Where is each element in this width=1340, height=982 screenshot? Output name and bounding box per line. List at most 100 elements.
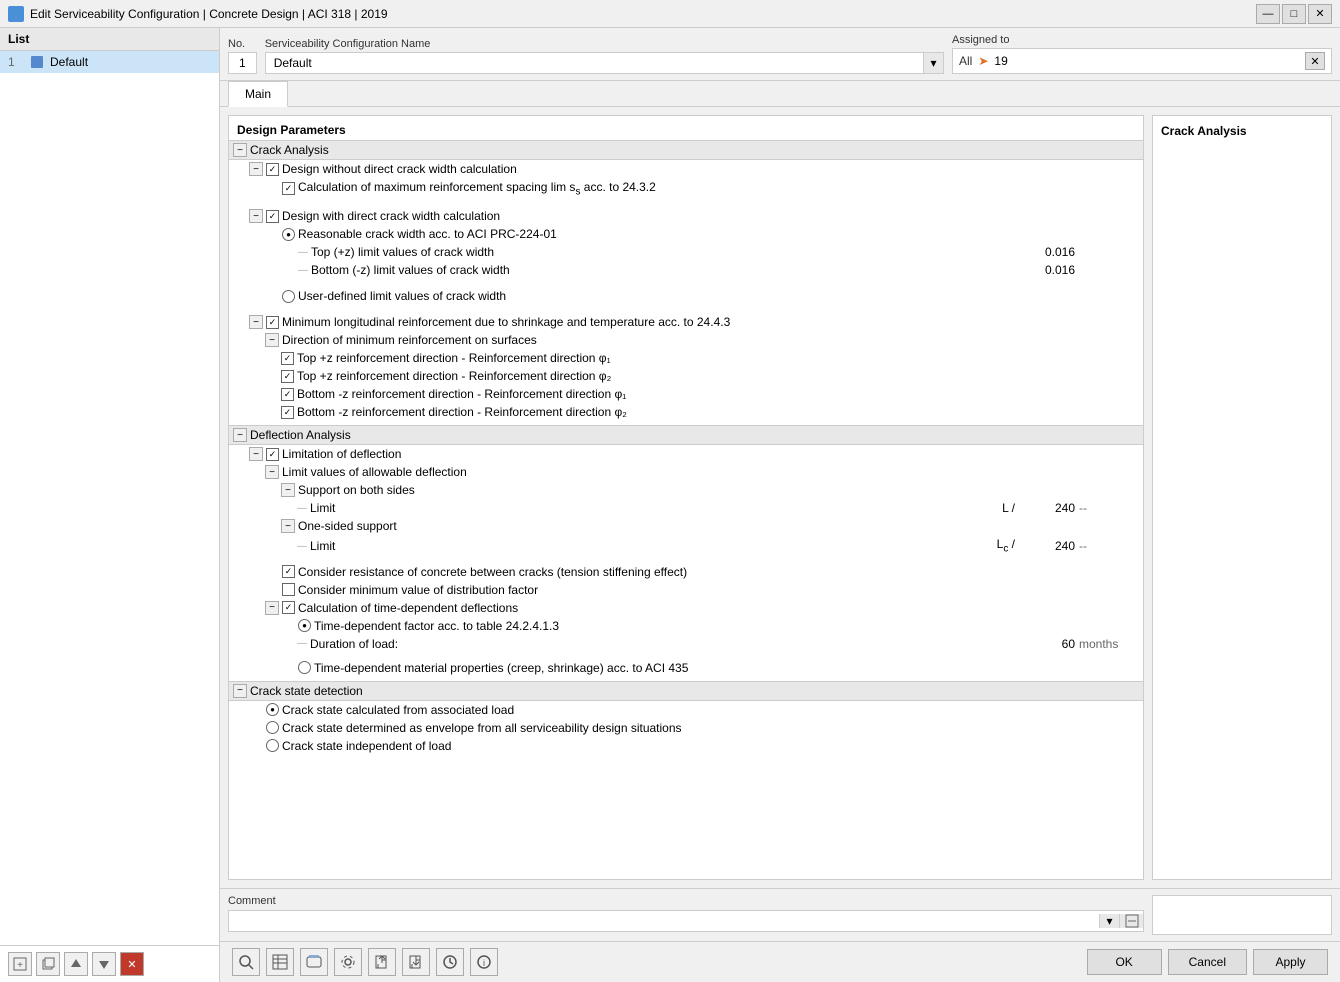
title-bar: Edit Serviceability Configuration | Conc…	[0, 0, 1340, 28]
radio-user-defined[interactable]	[282, 290, 295, 303]
maximize-button[interactable]: □	[1282, 4, 1306, 24]
cb-calc-max-spacing[interactable]	[282, 182, 295, 195]
copy-list-button[interactable]	[36, 952, 60, 976]
deflection-analysis-expander[interactable]: −	[233, 428, 247, 442]
label-consider-min: Consider minimum value of distribution f…	[298, 583, 1139, 597]
expander-min-long[interactable]: −	[249, 315, 263, 329]
row-time-dependent: − Calculation of time-dependent deflecti…	[229, 599, 1143, 617]
toolbar-info-icon[interactable]: i	[470, 948, 498, 976]
comment-dropdown[interactable]: ▾	[1099, 914, 1119, 928]
config-no-value: 1	[228, 52, 257, 74]
cb-bottom-phi1[interactable]	[281, 388, 294, 401]
expander-limit-values[interactable]: −	[265, 465, 279, 479]
row-consider-resistance: Consider resistance of concrete between …	[229, 563, 1143, 581]
radio-reasonable-crack[interactable]	[282, 228, 295, 241]
row-calc-max-spacing: Calculation of maximum reinforcement spa…	[229, 178, 1143, 199]
cb-limitation[interactable]	[266, 448, 279, 461]
dot-bottom-limit: —	[298, 265, 308, 276]
cb-consider-resistance[interactable]	[282, 565, 295, 578]
cb-consider-min[interactable]	[282, 583, 295, 596]
label-crack-envelope: Crack state determined as envelope from …	[282, 721, 1139, 735]
expander-one-sided[interactable]: −	[281, 519, 295, 533]
move-up-button[interactable]	[64, 952, 88, 976]
radio-time-factor[interactable]	[298, 619, 311, 632]
value-support-both: 240	[1019, 501, 1079, 515]
apply-button[interactable]: Apply	[1253, 949, 1328, 975]
label-one-sided: One-sided support	[298, 519, 1139, 533]
expander-support-both[interactable]: −	[281, 483, 295, 497]
comment-input[interactable]	[229, 911, 1099, 931]
row-bottom-phi1: Bottom -z reinforcement direction - Rein…	[229, 385, 1143, 403]
expander-time-dep[interactable]: −	[265, 601, 279, 615]
toolbar-zoom-icon[interactable]	[232, 948, 260, 976]
bottom-toolbar-right: OK Cancel Apply	[1087, 949, 1328, 975]
label-limit-support-both: Limit	[310, 501, 939, 515]
default-item-icon	[30, 55, 44, 69]
row-design-without: − Design without direct crack width calc…	[229, 160, 1143, 178]
config-name-label: Serviceability Configuration Name	[265, 38, 944, 50]
cb-design-without[interactable]	[266, 163, 279, 176]
toolbar-history-icon[interactable]	[436, 948, 464, 976]
row-limit-support-both: — Limit L / 240 --	[229, 499, 1143, 517]
radio-time-material[interactable]	[298, 661, 311, 674]
row-user-defined: User-defined limit values of crack width	[229, 287, 1143, 305]
label-design-with: Design with direct crack width calculati…	[282, 209, 1139, 223]
radio-crack-associated[interactable]	[266, 703, 279, 716]
row-bottom-limit: — Bottom (-z) limit values of crack widt…	[229, 261, 1143, 279]
cancel-button[interactable]: Cancel	[1168, 949, 1247, 975]
expander-design-without[interactable]: −	[249, 162, 263, 176]
minimize-button[interactable]: —	[1256, 4, 1280, 24]
cb-min-long[interactable]	[266, 316, 279, 329]
comment-label: Comment	[228, 895, 1144, 907]
config-name-combo[interactable]: Default ▾	[265, 52, 944, 74]
row-bottom-phi2: Bottom -z reinforcement direction - Rein…	[229, 403, 1143, 421]
row-support-both: − Support on both sides	[229, 481, 1143, 499]
expander-direction-min[interactable]: −	[265, 333, 279, 347]
toolbar-filter-icon[interactable]	[300, 948, 328, 976]
row-reasonable-crack: Reasonable crack width acc. to ACI PRC-2…	[229, 225, 1143, 243]
label-bottom-limit: Bottom (-z) limit values of crack width	[311, 263, 1019, 277]
label-consider-resistance: Consider resistance of concrete between …	[298, 565, 1139, 579]
crack-analysis-expander[interactable]: −	[233, 143, 247, 157]
tab-main[interactable]: Main	[228, 81, 288, 107]
radio-crack-independent[interactable]	[266, 739, 279, 752]
cb-bottom-phi2[interactable]	[281, 406, 294, 419]
row-top-limit: — Top (+z) limit values of crack width 0…	[229, 243, 1143, 261]
left-panel: List 1 Default + ✕	[0, 28, 220, 982]
toolbar-export-icon[interactable]	[368, 948, 396, 976]
expander-design-with[interactable]: −	[249, 209, 263, 223]
label-user-defined: User-defined limit values of crack width	[298, 289, 1139, 303]
comment-right-panel	[1152, 895, 1332, 935]
crack-state-expander[interactable]: −	[233, 684, 247, 698]
label-reasonable-crack: Reasonable crack width acc. to ACI PRC-2…	[298, 227, 1139, 241]
add-list-button[interactable]: +	[8, 952, 32, 976]
cb-top-phi2[interactable]	[281, 370, 294, 383]
cb-design-with[interactable]	[266, 210, 279, 223]
svg-text:+: +	[17, 960, 23, 971]
cb-time-dep[interactable]	[282, 601, 295, 614]
no-label: No.	[228, 38, 257, 50]
assigned-close-button[interactable]: ✕	[1305, 52, 1325, 70]
value-top-limit: 0.016	[1019, 245, 1079, 259]
unit-one-sided: --	[1079, 539, 1139, 553]
config-name-dropdown[interactable]: ▾	[923, 53, 943, 73]
list-item-num: 1	[8, 55, 24, 69]
unit-duration-load: months	[1079, 637, 1139, 651]
delete-button[interactable]: ✕	[120, 952, 144, 976]
right-area: No. 1 Serviceability Configuration Name …	[220, 28, 1340, 982]
toolbar-import-icon[interactable]	[402, 948, 430, 976]
info-panel: Crack Analysis	[1152, 115, 1332, 880]
comment-area: Comment ▾	[220, 888, 1340, 941]
close-button[interactable]: ✕	[1308, 4, 1332, 24]
expander-limitation[interactable]: −	[249, 447, 263, 461]
toolbar-settings-icon[interactable]	[334, 948, 362, 976]
label-top-limit: Top (+z) limit values of crack width	[311, 245, 1019, 259]
row-duration-load: — Duration of load: 60 months	[229, 635, 1143, 653]
ok-button[interactable]: OK	[1087, 949, 1162, 975]
toolbar-table-icon[interactable]	[266, 948, 294, 976]
radio-crack-envelope[interactable]	[266, 721, 279, 734]
list-item-default[interactable]: 1 Default	[0, 51, 219, 73]
move-down-button[interactable]	[92, 952, 116, 976]
cb-top-phi1[interactable]	[281, 352, 294, 365]
comment-edit-icon[interactable]	[1119, 914, 1143, 928]
